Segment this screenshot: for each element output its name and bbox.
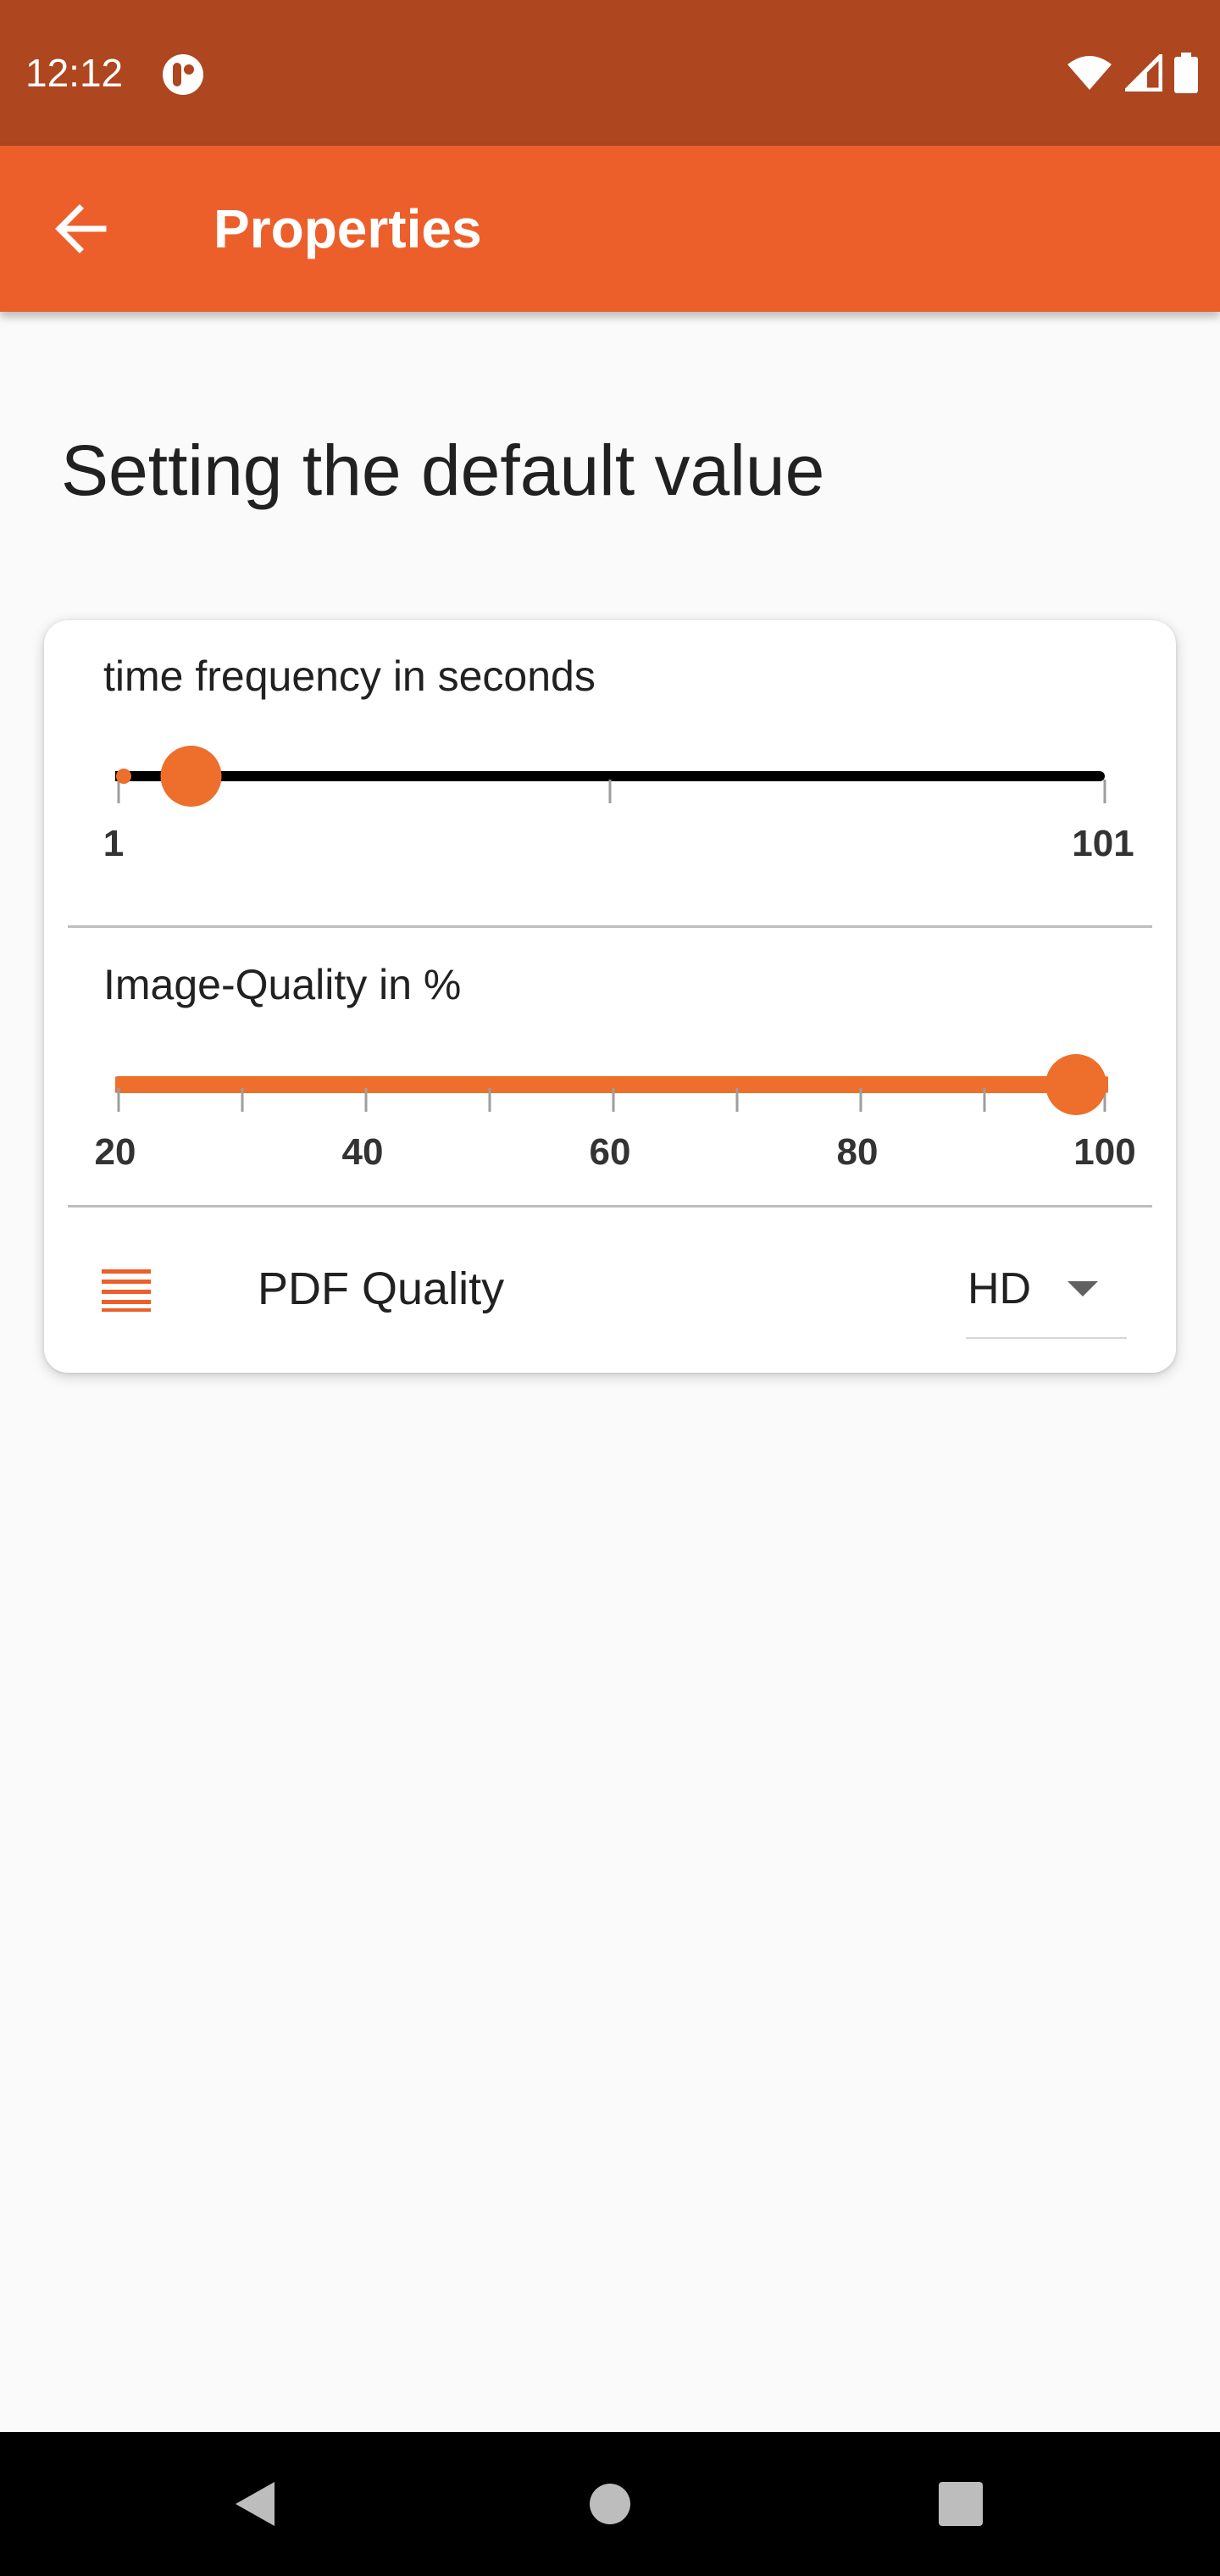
pdf-quality-dropdown[interactable]: HD [966, 1247, 1127, 1339]
divider [68, 925, 1152, 928]
home-circle-icon[interactable] [576, 2470, 644, 2538]
back-triangle-icon[interactable] [220, 2470, 288, 2538]
recents-square-icon[interactable] [927, 2470, 995, 2538]
image-quality-tick-100: 100 [1073, 1131, 1136, 1173]
slider-thumb[interactable] [160, 746, 222, 807]
app-notification-icon [163, 54, 203, 95]
time-frequency-label: time frequency in seconds [103, 652, 596, 700]
app-bar: Properties [0, 146, 1220, 312]
image-quality-tick-60: 60 [589, 1131, 631, 1173]
pdf-quality-label: PDF Quality [258, 1263, 505, 1314]
image-quality-slider[interactable] [115, 1051, 1108, 1119]
status-bar: 12:12 [0, 0, 1220, 146]
divider [68, 1205, 1152, 1208]
list-icon [102, 1269, 151, 1312]
wifi-icon [1068, 56, 1112, 90]
time-frequency-slider[interactable] [115, 742, 1108, 810]
arrow-left-icon[interactable] [47, 195, 115, 263]
time-frequency-max-label: 101 [1072, 823, 1134, 864]
image-quality-tick-40: 40 [341, 1131, 384, 1173]
system-nav-bar [0, 2432, 1220, 2576]
status-icons [1066, 51, 1198, 95]
status-time: 12:12 [25, 51, 124, 95]
settings-card: time frequency in seconds 1 101 Image-Qu… [44, 620, 1176, 1373]
battery-icon [1174, 53, 1198, 93]
time-frequency-min-label: 1 [103, 823, 125, 864]
image-quality-tick-20: 20 [94, 1131, 136, 1173]
slider-min-dot [116, 769, 131, 784]
app-bar-title: Properties [214, 198, 482, 259]
slider-thumb[interactable] [1045, 1054, 1106, 1115]
chevron-down-icon [1068, 1281, 1098, 1296]
pdf-quality-row: PDF Quality HD [44, 1237, 1176, 1356]
page-heading: Setting the default value [61, 430, 825, 510]
image-quality-tick-80: 80 [836, 1131, 879, 1173]
pdf-quality-selected-value: HD [968, 1264, 1032, 1313]
image-quality-label: Image-Quality in % [103, 961, 462, 1008]
cell-signal-icon [1125, 54, 1162, 92]
